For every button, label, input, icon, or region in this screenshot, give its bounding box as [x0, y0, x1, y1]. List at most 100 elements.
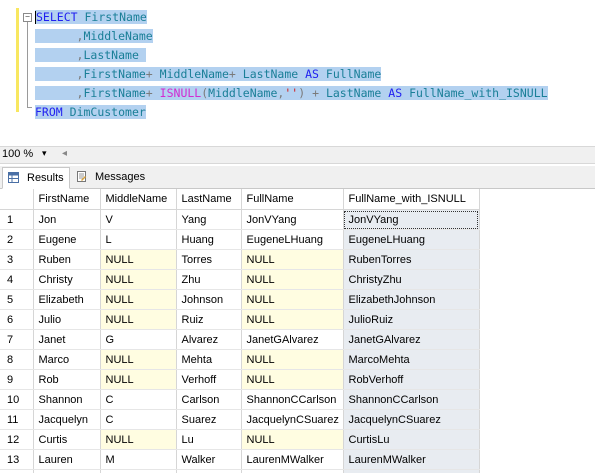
results-grid[interactable]: FirstName MiddleName LastName FullName FullN…	[0, 189, 595, 473]
code-line[interactable]: ,FirstName+ ISNULL(MiddleName,'') + Last…	[35, 84, 548, 103]
table-cell[interactable]: NULL	[241, 429, 344, 450]
table-cell[interactable]: RobVerhoff	[343, 369, 480, 390]
table-cell[interactable]: Jacquelyn	[33, 409, 101, 430]
table-row[interactable]: 7 Janet G Alvarez JanetGAlvarez JanetGAlvarez	[0, 329, 480, 350]
code-line[interactable]: ,MiddleName	[35, 27, 548, 46]
row-number-cell[interactable]: 2	[0, 229, 34, 250]
table-row[interactable]: 2 Eugene L Huang EugeneLHuang EugeneLHuang	[0, 229, 480, 250]
row-number-cell[interactable]: 6	[0, 309, 34, 330]
table-cell[interactable]: Eugene	[33, 229, 101, 250]
table-cell[interactable]: M	[100, 469, 177, 473]
table-cell[interactable]: JacquelynCSuarez	[241, 409, 344, 430]
table-cell[interactable]: JanetGAlvarez	[343, 329, 480, 350]
code-line[interactable]: ,FirstName+ MiddleName+ LastName AS Full…	[35, 65, 548, 84]
table-cell[interactable]: Walker	[176, 449, 242, 470]
table-cell[interactable]: Suarez	[176, 409, 242, 430]
row-number-cell[interactable]: 1	[0, 209, 34, 230]
table-cell[interactable]: Carlson	[176, 389, 242, 410]
table-cell[interactable]: NULL	[100, 369, 177, 390]
table-cell[interactable]: Ian	[33, 469, 101, 473]
table-cell[interactable]: LaurenMWalker	[343, 449, 480, 470]
row-number-cell[interactable]: 10	[0, 389, 34, 410]
table-cell[interactable]: NULL	[100, 249, 177, 270]
row-number-cell[interactable]: 3	[0, 249, 34, 270]
table-cell[interactable]: CurtisLu	[343, 429, 480, 450]
column-header[interactable]: FullName	[241, 189, 344, 210]
tab-results[interactable]: Results	[2, 167, 70, 189]
column-header[interactable]: MiddleName	[100, 189, 177, 210]
row-number-cell[interactable]: 12	[0, 429, 34, 450]
table-row[interactable]: 12 Curtis NULL Lu NULL CurtisLu	[0, 429, 480, 450]
table-cell[interactable]: Lu	[176, 429, 242, 450]
row-number-header[interactable]	[0, 189, 34, 210]
table-cell[interactable]: Mehta	[176, 349, 242, 370]
table-row[interactable]: 9 Rob NULL Verhoff NULL RobVerhoff	[0, 369, 480, 390]
table-cell[interactable]: MarcoMehta	[343, 349, 480, 370]
table-cell[interactable]: ChristyZhu	[343, 269, 480, 290]
column-header[interactable]: FirstName	[33, 189, 101, 210]
table-cell[interactable]: IanMJenkins	[343, 469, 480, 473]
table-cell[interactable]: NULL	[241, 249, 344, 270]
table-cell[interactable]: RubenTorres	[343, 249, 480, 270]
table-cell[interactable]: EugeneLHuang	[241, 229, 344, 250]
code-line[interactable]: FROM DimCustomer	[35, 103, 548, 122]
zoom-level-select[interactable]: 100 %	[0, 148, 58, 160]
table-cell[interactable]: NULL	[100, 269, 177, 290]
table-cell[interactable]: Torres	[176, 249, 242, 270]
table-cell[interactable]: Johnson	[176, 289, 242, 310]
table-row[interactable]: 6 Julio NULL Ruiz NULL JulioRuiz	[0, 309, 480, 330]
row-number-cell[interactable]: 13	[0, 449, 34, 470]
table-cell[interactable]: JacquelynCSuarez	[343, 409, 480, 430]
table-cell[interactable]: Verhoff	[176, 369, 242, 390]
table-cell[interactable]: M	[100, 449, 177, 470]
table-row[interactable]: 10 Shannon C Carlson ShannonCCarlson ShannonC…	[0, 389, 480, 410]
table-cell[interactable]: NULL	[100, 349, 177, 370]
table-row[interactable]: 14IanMJenkinsIanMJenkinsIanMJenkins	[0, 469, 480, 473]
table-cell[interactable]: NULL	[241, 269, 344, 290]
collapse-region-icon[interactable]: −	[23, 13, 32, 22]
table-cell[interactable]: Huang	[176, 229, 242, 250]
table-cell[interactable]: Jenkins	[176, 469, 242, 473]
row-number-cell[interactable]: 14	[0, 469, 34, 473]
table-row[interactable]: 13 Lauren M Walker LaurenMWalker LaurenMWalke…	[0, 449, 480, 470]
table-row[interactable]: 11 Jacquelyn C Suarez JacquelynCSuarez Jacque…	[0, 409, 480, 430]
table-cell[interactable]: G	[100, 329, 177, 350]
row-number-cell[interactable]: 4	[0, 269, 34, 290]
table-cell[interactable]: Elizabeth	[33, 289, 101, 310]
table-cell[interactable]: Christy	[33, 269, 101, 290]
table-cell[interactable]: NULL	[241, 349, 344, 370]
table-cell[interactable]: ShannonCCarlson	[343, 389, 480, 410]
table-cell[interactable]: EugeneLHuang	[343, 229, 480, 250]
row-number-cell[interactable]: 8	[0, 349, 34, 370]
table-cell[interactable]: Shannon	[33, 389, 101, 410]
table-cell[interactable]: Julio	[33, 309, 101, 330]
row-number-cell[interactable]: 11	[0, 409, 34, 430]
table-cell[interactable]: LaurenMWalker	[241, 449, 344, 470]
table-cell[interactable]: JonVYang	[343, 209, 480, 230]
code-line[interactable]: ,LastName	[35, 46, 548, 65]
table-cell[interactable]: Lauren	[33, 449, 101, 470]
table-cell[interactable]: Marco	[33, 349, 101, 370]
table-cell[interactable]: NULL	[241, 369, 344, 390]
table-row[interactable]: 3 Ruben NULL Torres NULL RubenTorres	[0, 249, 480, 270]
table-row[interactable]: 1 Jon V Yang JonVYang JonVYang	[0, 209, 480, 230]
table-row[interactable]: 5 Elizabeth NULL Johnson NULL ElizabethJohnso…	[0, 289, 480, 310]
table-cell[interactable]: Zhu	[176, 269, 242, 290]
column-header[interactable]: LastName	[176, 189, 242, 210]
query-editor[interactable]: − SELECT FirstName ,MiddleName ,LastName…	[0, 0, 595, 146]
table-cell[interactable]: NULL	[100, 309, 177, 330]
table-cell[interactable]: Janet	[33, 329, 101, 350]
table-cell[interactable]: V	[100, 209, 177, 230]
sql-code[interactable]: SELECT FirstName ,MiddleName ,LastName ,…	[35, 8, 548, 122]
scroll-left-icon[interactable]: ◂	[62, 148, 67, 159]
column-header[interactable]: FullName_with_ISNULL	[343, 189, 480, 210]
table-cell[interactable]: JonVYang	[241, 209, 344, 230]
row-number-cell[interactable]: 9	[0, 369, 34, 390]
table-cell[interactable]: ElizabethJohnson	[343, 289, 480, 310]
table-cell[interactable]: IanMJenkins	[241, 469, 344, 473]
row-number-cell[interactable]: 5	[0, 289, 34, 310]
table-cell[interactable]: Ruben	[33, 249, 101, 270]
table-cell[interactable]: Alvarez	[176, 329, 242, 350]
table-cell[interactable]: C	[100, 389, 177, 410]
chevron-down-icon[interactable]: ▾	[42, 148, 47, 159]
